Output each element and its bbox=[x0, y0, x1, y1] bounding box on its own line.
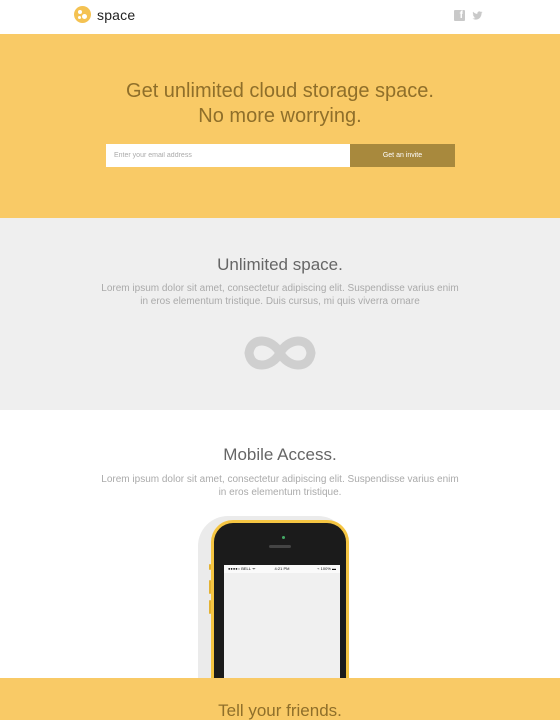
camera-icon bbox=[282, 536, 285, 539]
twitter-icon[interactable] bbox=[472, 10, 483, 21]
body-line1: Lorem ipsum dolor sit amet, consectetur … bbox=[101, 474, 459, 485]
phone-body: ●●●●○ BELL ᯤ 4:21 PM ⌁ 100% ▬ bbox=[214, 523, 346, 705]
phone-illustration: ●●●●○ BELL ᯤ 4:21 PM ⌁ 100% ▬ bbox=[209, 520, 349, 705]
unlimited-space-section: Unlimited space. Lorem ipsum dolor sit a… bbox=[0, 218, 560, 410]
mobile-access-section: Mobile Access. Lorem ipsum dolor sit ame… bbox=[0, 410, 560, 705]
brand-name: space bbox=[97, 6, 136, 23]
body-line2: in eros elementum tristique. bbox=[218, 487, 342, 498]
section-body: Lorem ipsum dolor sit amet, consectetur … bbox=[95, 282, 465, 308]
hero-title-line2: No more worrying. bbox=[198, 105, 362, 127]
hero-title: Get unlimited cloud storage space. No mo… bbox=[0, 79, 560, 129]
section-body: Lorem ipsum dolor sit amet, consectetur … bbox=[95, 473, 465, 499]
infinity-icon bbox=[244, 336, 316, 370]
email-input[interactable] bbox=[106, 144, 350, 167]
hero-section: Get unlimited cloud storage space. No mo… bbox=[0, 34, 560, 218]
status-bar: ●●●●○ BELL ᯤ 4:21 PM ⌁ 100% ▬ bbox=[224, 565, 340, 573]
logo-icon bbox=[74, 6, 91, 23]
phone-button bbox=[209, 600, 211, 614]
share-section: Tell your friends. bbox=[0, 678, 560, 720]
status-battery: ⌁ 100% ▬ bbox=[317, 566, 336, 571]
site-header: space f bbox=[0, 0, 560, 34]
body-line2: in eros elementum tristique. Duis cursus… bbox=[140, 296, 420, 307]
brand-logo[interactable]: space bbox=[74, 6, 135, 23]
body-line1: Lorem ipsum dolor sit amet, consectetur … bbox=[101, 283, 459, 294]
speaker-icon bbox=[269, 545, 291, 548]
facebook-icon[interactable]: f bbox=[454, 10, 465, 21]
section-title: Unlimited space. bbox=[217, 255, 343, 274]
section-title: Mobile Access. bbox=[223, 445, 337, 464]
phone-button bbox=[209, 564, 211, 570]
phone-button bbox=[209, 580, 211, 594]
hero-title-line1: Get unlimited cloud storage space. bbox=[126, 80, 434, 102]
get-invite-button[interactable]: Get an invite bbox=[350, 144, 455, 167]
share-title: Tell your friends. bbox=[218, 701, 342, 720]
